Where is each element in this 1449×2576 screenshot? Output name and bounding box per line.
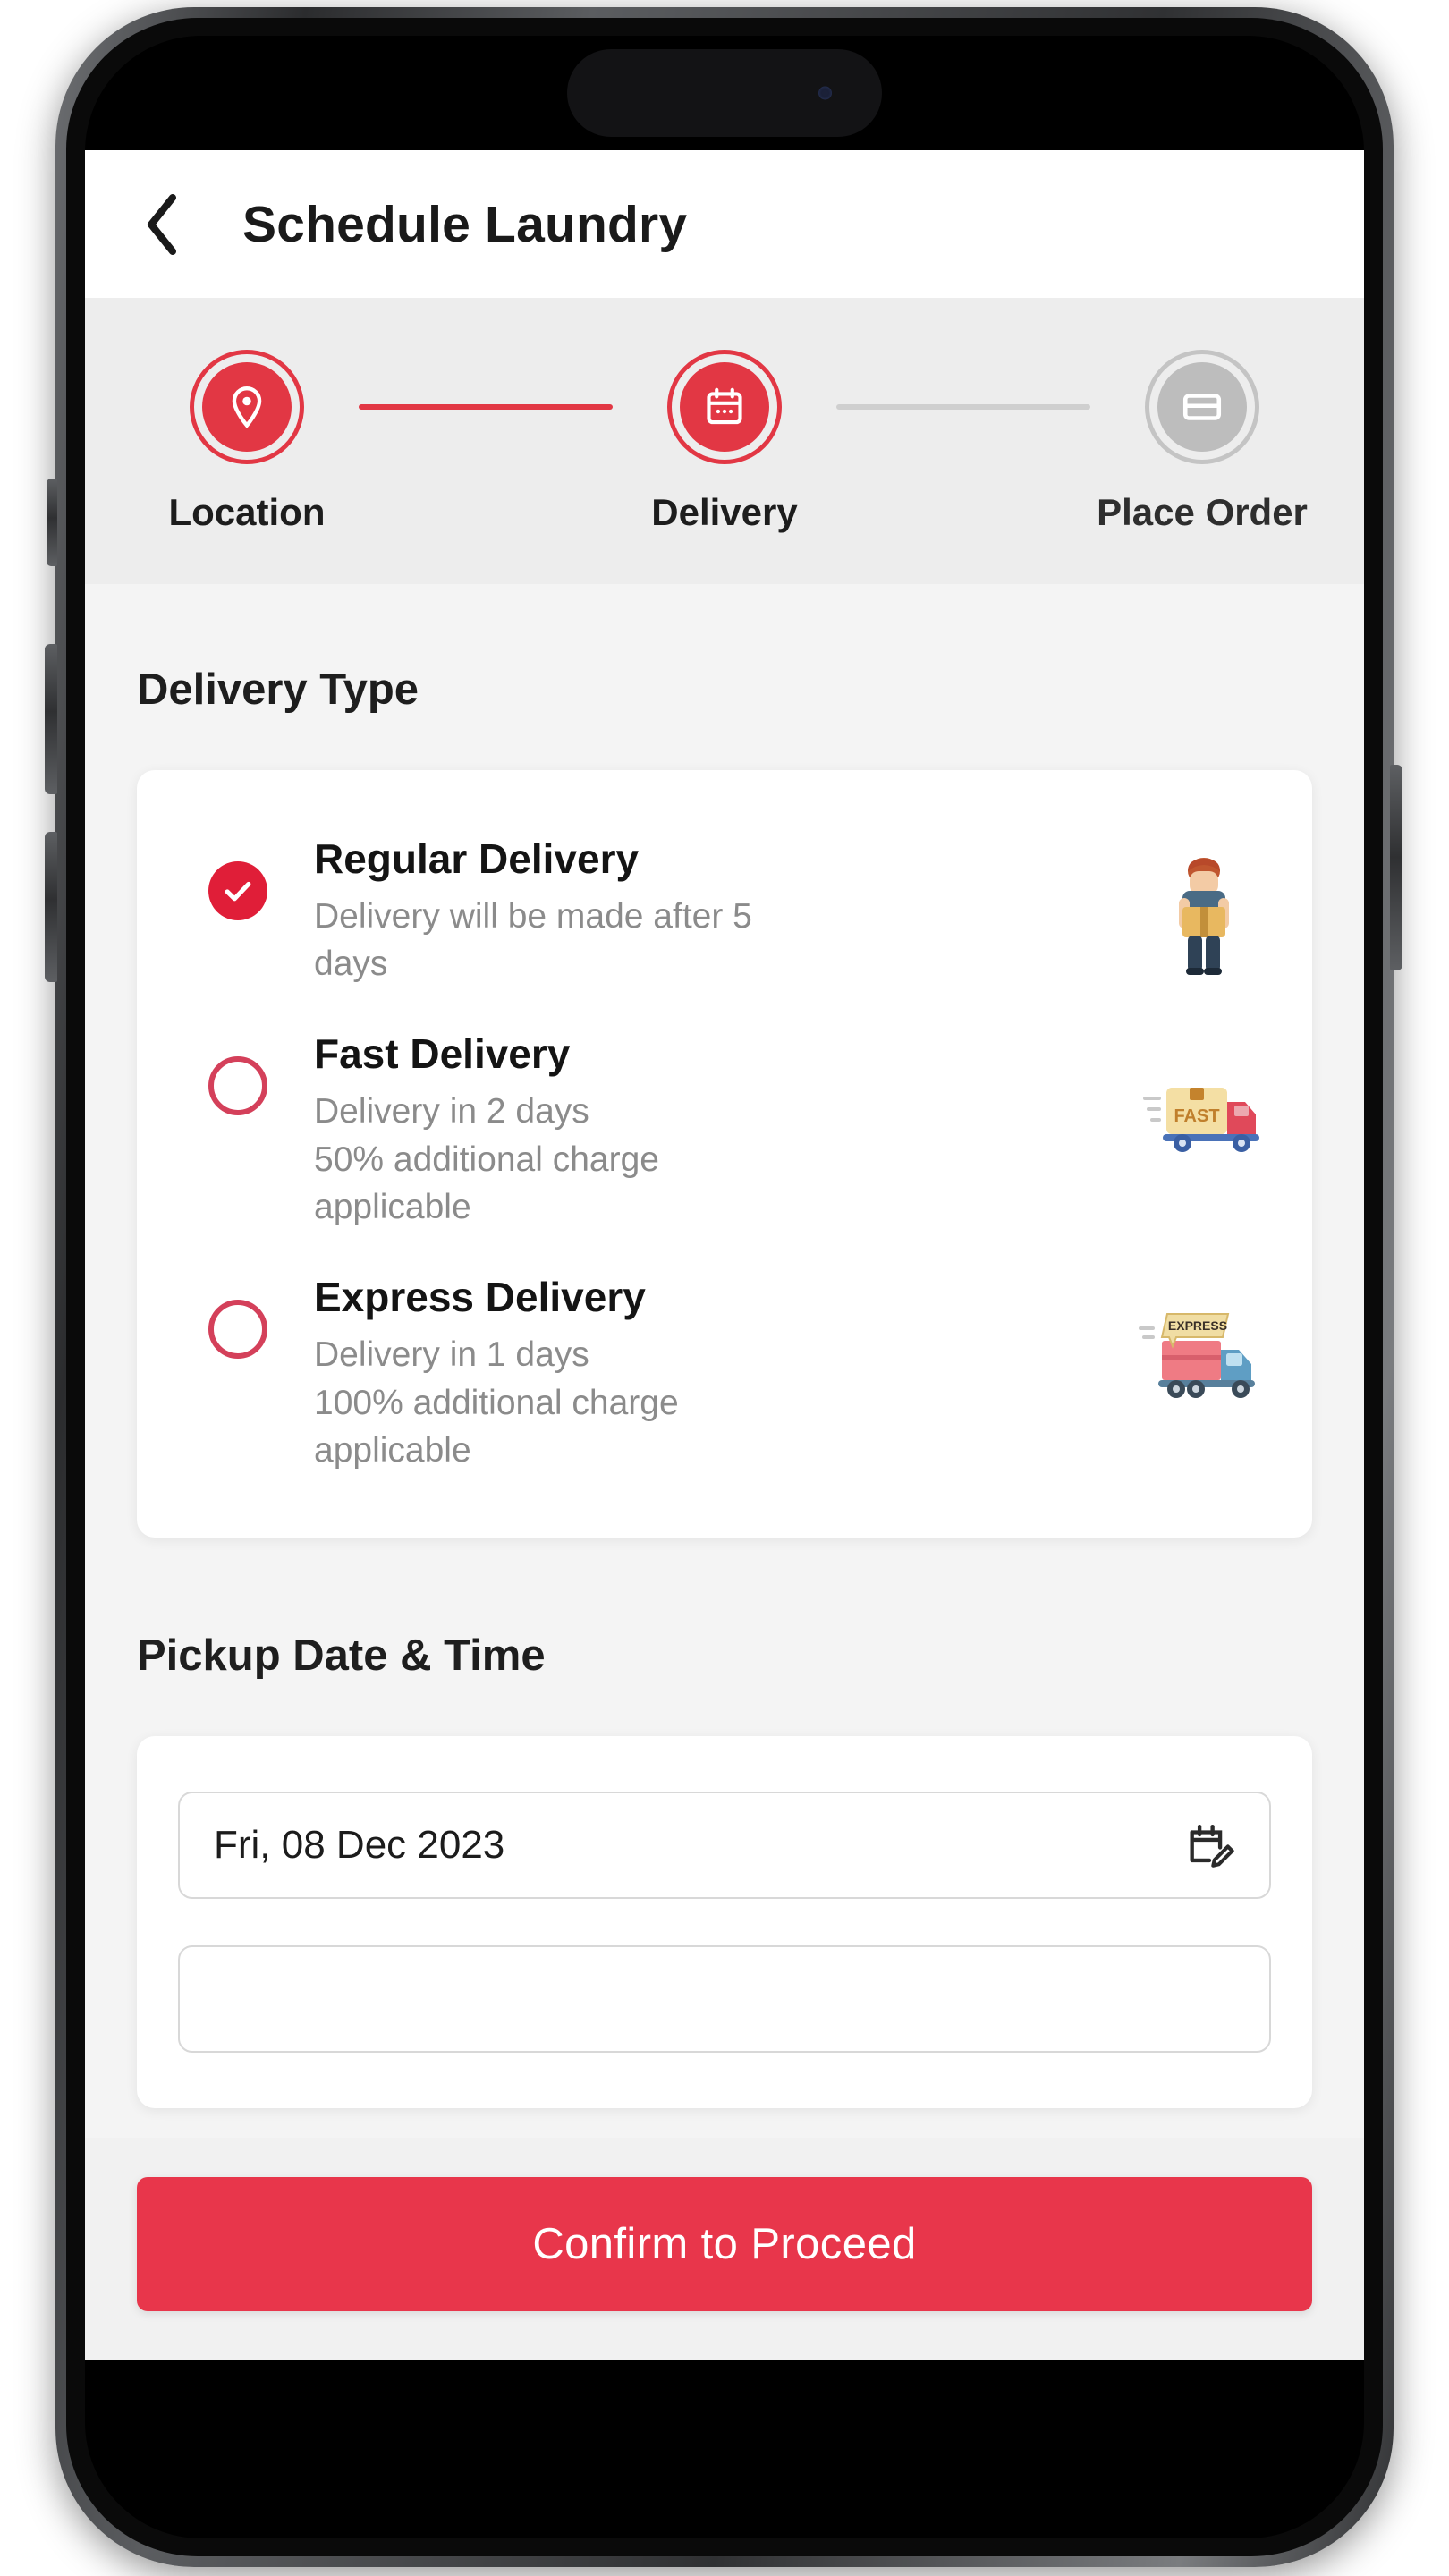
map-pin-icon	[232, 386, 262, 428]
delivery-option-fast[interactable]: Fast Delivery Delivery in 2 days 50% add…	[178, 1008, 1271, 1251]
svg-text:EXPRESS: EXPRESS	[1168, 1318, 1227, 1333]
stepper-label-location: Location	[168, 491, 326, 533]
delivery-option-regular[interactable]: Regular Delivery Delivery will be made a…	[178, 813, 1271, 1008]
check-icon	[225, 881, 251, 902]
fast-truck-illustration: FAST	[1137, 1044, 1271, 1178]
stepper-step-delivery[interactable]: Delivery	[613, 350, 836, 534]
step-ring-place-order	[1145, 350, 1259, 464]
volume-down-button[interactable]	[45, 832, 57, 982]
stepper-step-place-order[interactable]: Place Order	[1090, 350, 1314, 534]
stepper-label-delivery: Delivery	[651, 491, 798, 533]
delivery-person-illustration	[1137, 849, 1271, 983]
scroll-body[interactable]: Delivery Type Regular Delivery Delivery …	[85, 584, 1364, 2360]
svg-text:FAST: FAST	[1174, 1106, 1219, 1126]
radio-regular-delivery[interactable]	[208, 861, 267, 920]
delivery-option-regular-text: Regular Delivery Delivery will be made a…	[314, 836, 1126, 988]
delivery-type-title: Delivery Type	[137, 665, 419, 714]
bottom-action-bar: Confirm to Proceed	[85, 2138, 1364, 2360]
delivery-option-express-desc: Delivery in 1 days 100% additional charg…	[314, 1335, 679, 1470]
confirm-to-proceed-button[interactable]: Confirm to Proceed	[137, 2177, 1312, 2311]
delivery-option-express-title: Express Delivery	[314, 1274, 646, 1321]
pickup-date-value: Fri, 08 Dec 2023	[214, 1823, 505, 1868]
step-disc-place-order	[1157, 362, 1247, 452]
pickup-card: Fri, 08 Dec 2023	[137, 1736, 1312, 2109]
progress-stepper: Location Delivery Place Order	[85, 298, 1364, 584]
app-bar: Schedule Laundry	[85, 150, 1364, 298]
credit-card-icon	[1182, 394, 1222, 420]
dynamic-island	[567, 49, 882, 137]
delivery-option-fast-desc: Delivery in 2 days 50% additional charge…	[314, 1091, 659, 1227]
step-ring-location	[190, 350, 304, 464]
front-camera-icon	[818, 86, 832, 100]
app-viewport: Schedule Laundry Location Delivery Place…	[85, 150, 1364, 2360]
delivery-option-fast-title: Fast Delivery	[314, 1030, 571, 1078]
stepper-connector-1	[359, 404, 613, 410]
silent-switch-button[interactable]	[47, 479, 57, 566]
delivery-option-express-text: Express Delivery Delivery in 1 days 100%…	[314, 1275, 1126, 1475]
delivery-option-regular-desc: Delivery will be made after 5 days	[314, 896, 752, 984]
pickup-time-input[interactable]	[178, 1945, 1271, 2054]
delivery-option-regular-title: Regular Delivery	[314, 835, 640, 882]
stepper-connector-2	[836, 404, 1090, 410]
delivery-option-fast-text: Fast Delivery Delivery in 2 days 50% add…	[314, 1031, 1126, 1232]
radio-fast-delivery[interactable]	[208, 1056, 267, 1116]
pickup-date-input[interactable]: Fri, 08 Dec 2023	[178, 1792, 1271, 1900]
radio-express-delivery[interactable]	[208, 1300, 267, 1360]
stepper-step-location[interactable]: Location	[135, 350, 359, 534]
calendar-icon	[707, 387, 742, 425]
delivery-option-express[interactable]: Express Delivery Delivery in 1 days 100%…	[178, 1251, 1271, 1495]
delivery-type-card: Regular Delivery Delivery will be made a…	[137, 770, 1312, 1538]
stepper-label-place-order: Place Order	[1097, 491, 1308, 533]
volume-up-button[interactable]	[45, 644, 57, 794]
step-disc-location	[202, 362, 292, 452]
chevron-left-icon	[148, 193, 176, 255]
power-button[interactable]	[1390, 765, 1402, 970]
page-title: Schedule Laundry	[242, 195, 688, 253]
step-ring-delivery	[667, 350, 782, 464]
pickup-section-title: Pickup Date & Time	[137, 1631, 546, 1681]
calendar-edit-icon[interactable]	[1183, 1819, 1235, 1871]
express-truck-illustration: EXPRESS	[1137, 1287, 1271, 1421]
step-disc-delivery	[680, 362, 769, 452]
back-button[interactable]	[128, 191, 196, 258]
